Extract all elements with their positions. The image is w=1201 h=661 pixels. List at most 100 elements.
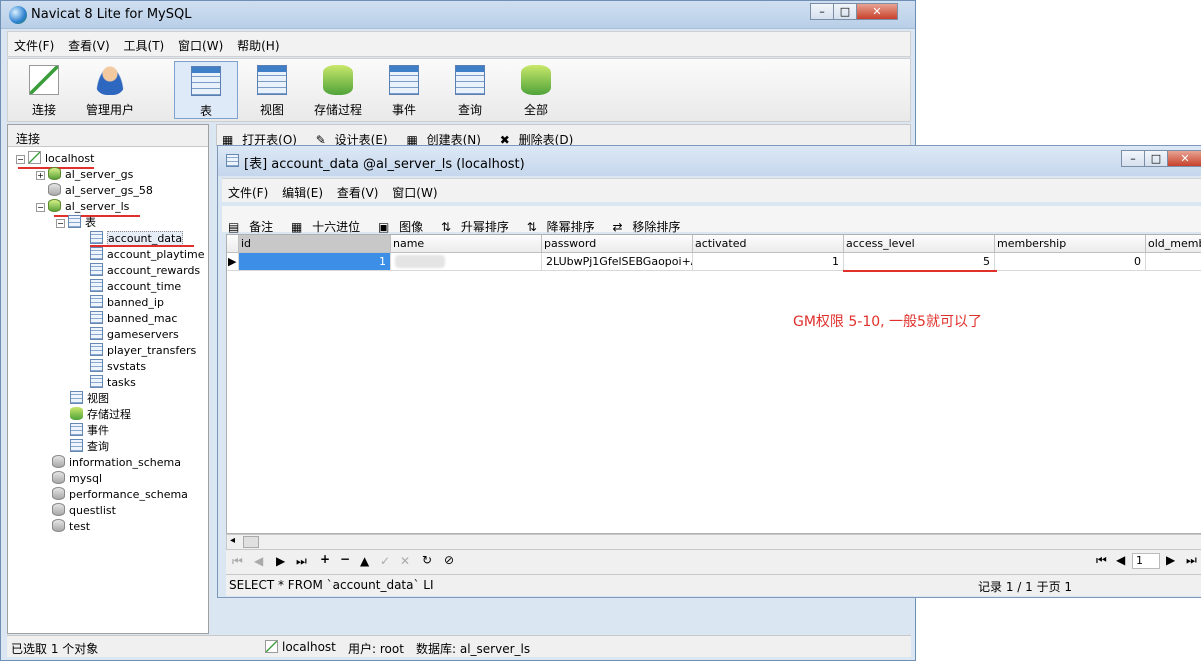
connect-button[interactable]: 连接 bbox=[12, 61, 76, 119]
child-menu-file[interactable]: 文件(F) bbox=[222, 179, 272, 201]
menu-tools[interactable]: 工具(T) bbox=[118, 32, 169, 54]
child-toolbar: ▤ 备注 ▦ 十六进位 ▣ 图像 ⇅ 升幂排序 ⇅ 降幂排序 ⇄ 移除排序 bbox=[222, 206, 1201, 235]
prev-page-icon[interactable]: ◀ bbox=[1116, 553, 1125, 567]
events-button[interactable]: 事件 bbox=[372, 61, 436, 119]
tree-db-questlist[interactable]: questlist bbox=[52, 503, 116, 519]
cell-password[interactable]: 2LUbwPj1GfelSEBGaopoi+AcDt bbox=[542, 253, 693, 271]
tree-table-svstats[interactable]: svstats bbox=[90, 359, 146, 375]
last-page-icon[interactable]: ⏭ bbox=[1186, 553, 1197, 568]
page-number-input[interactable]: 1 bbox=[1132, 553, 1160, 569]
hex-button[interactable]: ▦ 十六进位 bbox=[285, 206, 368, 235]
database-icon bbox=[48, 199, 61, 212]
tree-table-banned-ip[interactable]: banned_ip bbox=[90, 295, 164, 311]
column-header-password[interactable]: password bbox=[542, 235, 693, 253]
row-pointer-icon[interactable]: ▶ bbox=[227, 253, 239, 271]
expand-icon[interactable]: + bbox=[36, 171, 45, 180]
delete-record-icon[interactable]: − bbox=[340, 552, 350, 566]
cell-membership[interactable]: 0 bbox=[995, 253, 1146, 271]
maximize-button[interactable]: □ bbox=[833, 3, 857, 20]
child-maximize-button[interactable]: □ bbox=[1144, 150, 1168, 167]
navicat-app-icon bbox=[9, 6, 27, 24]
column-header-id[interactable]: id bbox=[239, 235, 391, 253]
refresh-icon[interactable]: ↻ bbox=[422, 553, 432, 567]
close-button[interactable]: ✕ bbox=[856, 3, 898, 20]
tree-db-test[interactable]: test bbox=[52, 519, 90, 535]
scroll-left-icon[interactable]: ◂ bbox=[230, 535, 235, 546]
table-icon bbox=[90, 359, 103, 372]
tree-db-al-server-gs[interactable]: + al_server_gs bbox=[36, 167, 133, 183]
tree-group-queries[interactable]: 查询 bbox=[70, 439, 109, 455]
sort-desc-button[interactable]: ⇅ 降幂排序 bbox=[521, 206, 603, 235]
tree-table-player-transfers[interactable]: player_transfers bbox=[90, 343, 196, 359]
status-selection: 已选取 1 个对象 bbox=[11, 642, 99, 656]
menu-view[interactable]: 查看(V) bbox=[62, 32, 114, 54]
cell-activated[interactable]: 1 bbox=[693, 253, 844, 271]
scroll-thumb[interactable] bbox=[243, 536, 259, 548]
tree-db-al-server-gs-58[interactable]: al_server_gs_58 bbox=[48, 183, 153, 199]
tree-db-mysql[interactable]: mysql bbox=[52, 471, 102, 487]
tree-db-al-server-ls[interactable]: − al_server_ls bbox=[36, 199, 129, 215]
tree-group-events[interactable]: 事件 bbox=[70, 423, 109, 439]
child-minimize-button[interactable]: – bbox=[1121, 150, 1145, 167]
column-header-activated[interactable]: activated bbox=[693, 235, 844, 253]
first-page-icon[interactable]: ⏮ bbox=[1096, 553, 1107, 568]
sort-asc-button[interactable]: ⇅ 升幂排序 bbox=[435, 206, 517, 235]
next-page-icon[interactable]: ▶ bbox=[1166, 553, 1175, 567]
prev-record-icon[interactable]: ◀ bbox=[254, 554, 263, 568]
apply-icon[interactable]: ✓ bbox=[380, 554, 390, 568]
child-menu-window[interactable]: 窗口(W) bbox=[386, 179, 441, 201]
tree-connection-localhost[interactable]: − localhost bbox=[16, 151, 94, 167]
collapse-icon[interactable]: − bbox=[16, 155, 25, 164]
tree-table-gameservers[interactable]: gameservers bbox=[90, 327, 179, 343]
manage-users-button[interactable]: 管理用户 bbox=[78, 61, 142, 119]
child-close-button[interactable]: ✕ bbox=[1167, 150, 1201, 167]
tree-table-account-playtime[interactable]: account_playtime bbox=[90, 247, 204, 263]
all-button[interactable]: 全部 bbox=[504, 61, 568, 119]
memo-button[interactable]: ▤ 备注 bbox=[222, 206, 281, 235]
child-menu-edit[interactable]: 编辑(E) bbox=[276, 179, 327, 201]
queries-button[interactable]: 查询 bbox=[438, 61, 502, 119]
status-user: 用户: root bbox=[348, 642, 404, 656]
cell-id[interactable]: 1 bbox=[239, 253, 391, 271]
horizontal-scrollbar[interactable]: ◂ bbox=[226, 534, 1201, 550]
next-record-icon[interactable]: ▶ bbox=[276, 554, 285, 568]
tree-table-banned-mac[interactable]: banned_mac bbox=[90, 311, 177, 327]
cell-old-member[interactable] bbox=[1146, 253, 1201, 271]
main-menubar: 文件(F) 查看(V) 工具(T) 窗口(W) 帮助(H) bbox=[7, 31, 911, 57]
tree-db-performance-schema[interactable]: performance_schema bbox=[52, 487, 188, 503]
column-header-membership[interactable]: membership bbox=[995, 235, 1146, 253]
column-header-access-level[interactable]: access_level bbox=[844, 235, 995, 253]
stop-icon[interactable]: ⊘ bbox=[444, 553, 454, 567]
cancel-icon[interactable]: ✕ bbox=[400, 554, 410, 568]
menu-window[interactable]: 窗口(W) bbox=[172, 32, 227, 54]
column-header-old-member[interactable]: old_member bbox=[1146, 235, 1201, 253]
database-icon bbox=[48, 167, 61, 180]
collapse-icon[interactable]: − bbox=[56, 219, 65, 228]
edit-record-icon[interactable]: ▲ bbox=[360, 554, 369, 568]
child-menu-view[interactable]: 查看(V) bbox=[331, 179, 383, 201]
cell-access-level[interactable]: 5 bbox=[844, 253, 995, 271]
tree-db-information-schema[interactable]: information_schema bbox=[52, 455, 181, 471]
add-record-icon[interactable]: + bbox=[320, 552, 330, 566]
tree-table-tasks[interactable]: tasks bbox=[90, 375, 136, 391]
collapse-icon[interactable]: − bbox=[36, 203, 45, 212]
column-header-name[interactable]: name bbox=[391, 235, 542, 253]
cell-name[interactable] bbox=[391, 253, 542, 271]
menu-file[interactable]: 文件(F) bbox=[8, 32, 58, 54]
procedures-button[interactable]: 存储过程 bbox=[306, 61, 370, 119]
last-record-icon[interactable]: ⏭ bbox=[296, 554, 307, 569]
child-menubar: 文件(F) 编辑(E) 查看(V) 窗口(W) bbox=[222, 178, 1201, 202]
remove-sort-button[interactable]: ⇄ 移除排序 bbox=[606, 206, 688, 235]
tree-table-account-time[interactable]: account_time bbox=[90, 279, 181, 295]
tree-group-views[interactable]: 视图 bbox=[70, 391, 109, 407]
object-toolbar: ▦ 打开表(O) ✎ 设计表(E) ▦ 创建表(N) ✖ 删除表(D) bbox=[216, 124, 911, 147]
views-button[interactable]: 视图 bbox=[240, 61, 304, 119]
image-button[interactable]: ▣ 图像 bbox=[372, 206, 431, 235]
tree-table-account-rewards[interactable]: account_rewards bbox=[90, 263, 200, 279]
first-record-icon[interactable]: ⏮ bbox=[232, 554, 243, 569]
minimize-button[interactable]: – bbox=[810, 3, 834, 20]
menu-help[interactable]: 帮助(H) bbox=[231, 32, 283, 54]
tree-group-tables[interactable]: − 表 bbox=[56, 215, 96, 231]
tree-group-procedures[interactable]: 存储过程 bbox=[70, 407, 131, 423]
tables-button[interactable]: 表 bbox=[174, 61, 238, 119]
